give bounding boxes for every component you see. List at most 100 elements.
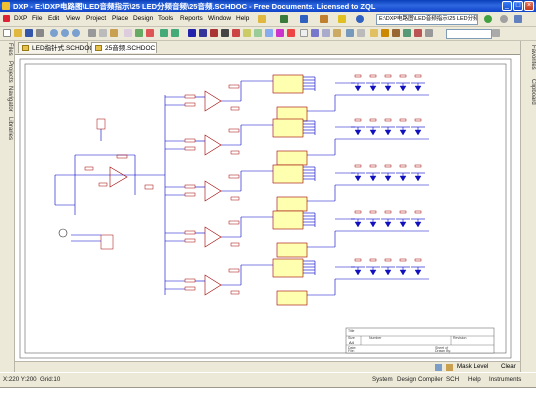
deselect-icon[interactable] xyxy=(146,29,154,37)
minimize-button[interactable]: _ xyxy=(502,1,512,11)
select-icon[interactable] xyxy=(124,29,132,37)
menu-view[interactable]: View xyxy=(66,15,80,22)
part-icon[interactable] xyxy=(243,29,251,37)
help-icon[interactable] xyxy=(356,15,364,23)
undo-icon[interactable] xyxy=(160,29,168,37)
no-erc-icon[interactable] xyxy=(287,29,295,37)
grid-icon[interactable] xyxy=(357,29,365,37)
tab-projects[interactable]: Projects xyxy=(1,61,13,83)
save-icon[interactable] xyxy=(25,29,33,37)
home-icon[interactable] xyxy=(320,15,328,23)
rect-icon[interactable] xyxy=(322,29,330,37)
ic-chip xyxy=(276,290,308,306)
mask-level-button[interactable]: Mask Level xyxy=(457,363,488,370)
help-button[interactable]: Help xyxy=(468,376,481,383)
hierarchy-icon[interactable] xyxy=(403,29,411,37)
component xyxy=(230,196,240,201)
component xyxy=(230,106,240,111)
zoom-out-icon[interactable] xyxy=(72,29,80,37)
component xyxy=(399,74,407,78)
redo-icon[interactable] xyxy=(171,29,179,37)
maximize-button[interactable]: □ xyxy=(513,1,523,11)
arrow-down-icon[interactable] xyxy=(300,15,308,23)
zoom-in-icon[interactable] xyxy=(61,29,69,37)
system-button[interactable]: System xyxy=(372,376,393,383)
ic-chip xyxy=(272,210,304,230)
component xyxy=(369,74,377,78)
move-icon[interactable] xyxy=(135,29,143,37)
component xyxy=(228,174,240,179)
compile-icon[interactable] xyxy=(370,29,378,37)
zoom-icon[interactable] xyxy=(50,29,58,37)
doc-tab-led-pointer[interactable]: LED指针式.SCHDOC xyxy=(18,42,94,53)
bus-icon[interactable] xyxy=(199,29,207,37)
menu-reports[interactable]: Reports xyxy=(180,15,203,22)
menu-project[interactable]: Project xyxy=(86,15,106,22)
ground-icon[interactable] xyxy=(221,29,229,37)
menu-design[interactable]: Design xyxy=(133,15,153,22)
number-label: Number xyxy=(369,336,382,340)
tab-clipboard[interactable]: Clipboard xyxy=(524,79,536,105)
tab-navigator[interactable]: Navigator xyxy=(1,86,13,112)
back-icon[interactable] xyxy=(484,15,492,23)
app-icon[interactable] xyxy=(2,2,10,10)
component xyxy=(414,118,422,122)
component xyxy=(354,118,362,122)
cut-icon[interactable] xyxy=(88,29,96,37)
menu-window[interactable]: Window xyxy=(208,15,231,22)
component xyxy=(184,146,196,151)
arc-icon[interactable] xyxy=(333,29,341,37)
component xyxy=(84,166,94,171)
align-icon[interactable] xyxy=(346,29,354,37)
star-icon[interactable] xyxy=(338,15,346,23)
annotate-icon[interactable] xyxy=(381,29,389,37)
report-icon[interactable] xyxy=(425,29,433,37)
path-field[interactable]: E:\DXP电路图\LED音频指示\25 LED分频 xyxy=(376,14,478,25)
arrow-right-icon[interactable] xyxy=(280,15,288,23)
schematic-doc-icon xyxy=(22,45,29,51)
print-icon[interactable] xyxy=(36,29,44,37)
clear-button[interactable]: Clear xyxy=(501,363,516,370)
tab-favorites[interactable]: Favorites xyxy=(524,45,536,70)
menu-help[interactable]: Help xyxy=(236,15,249,22)
nav-dropdown-icon[interactable] xyxy=(514,15,522,23)
paste-icon[interactable] xyxy=(110,29,118,37)
net-label-icon[interactable] xyxy=(210,29,218,37)
port-icon[interactable] xyxy=(265,29,273,37)
schematic-canvas[interactable]: Title Size Number Revision A4 Date: File… xyxy=(15,54,520,362)
menu-place[interactable]: Place xyxy=(112,15,128,22)
close-button[interactable]: × xyxy=(524,1,534,11)
power-icon[interactable] xyxy=(232,29,240,37)
menu-tools[interactable]: Tools xyxy=(158,15,173,22)
line-icon[interactable] xyxy=(311,29,319,37)
menu-edit[interactable]: Edit xyxy=(48,15,59,22)
filter-icon[interactable] xyxy=(446,364,453,371)
folder-icon[interactable] xyxy=(258,15,266,23)
new-doc-icon[interactable] xyxy=(3,29,11,37)
doc-tab-25-audio[interactable]: 25音频.SCHDOC xyxy=(91,42,157,53)
led xyxy=(414,85,422,92)
cross-probe-icon[interactable] xyxy=(414,29,422,37)
sheet-symbol-icon[interactable] xyxy=(254,29,262,37)
copy-icon[interactable] xyxy=(99,29,107,37)
wire-icon[interactable] xyxy=(188,29,196,37)
open-icon[interactable] xyxy=(14,29,22,37)
menu-file[interactable]: File xyxy=(32,15,42,22)
ic-chip xyxy=(272,258,304,278)
tab-libraries[interactable]: Libraries xyxy=(1,117,13,140)
component xyxy=(369,164,377,168)
text-icon[interactable] xyxy=(300,29,308,37)
junction-icon[interactable] xyxy=(276,29,284,37)
library-icon[interactable] xyxy=(392,29,400,37)
menu-dxp[interactable]: DXP xyxy=(14,15,27,22)
forward-icon[interactable] xyxy=(500,15,508,23)
zoom-dropdown-icon[interactable] xyxy=(492,29,500,37)
design-compiler-button[interactable]: Design Compiler xyxy=(397,376,443,383)
zoom-combo[interactable] xyxy=(446,29,492,39)
pencil-icon[interactable] xyxy=(435,364,442,371)
instruments-button[interactable]: Instruments xyxy=(489,376,521,383)
component xyxy=(369,258,377,262)
tab-files[interactable]: Files xyxy=(1,43,13,56)
sch-button[interactable]: SCH xyxy=(446,376,459,383)
led xyxy=(384,129,392,136)
